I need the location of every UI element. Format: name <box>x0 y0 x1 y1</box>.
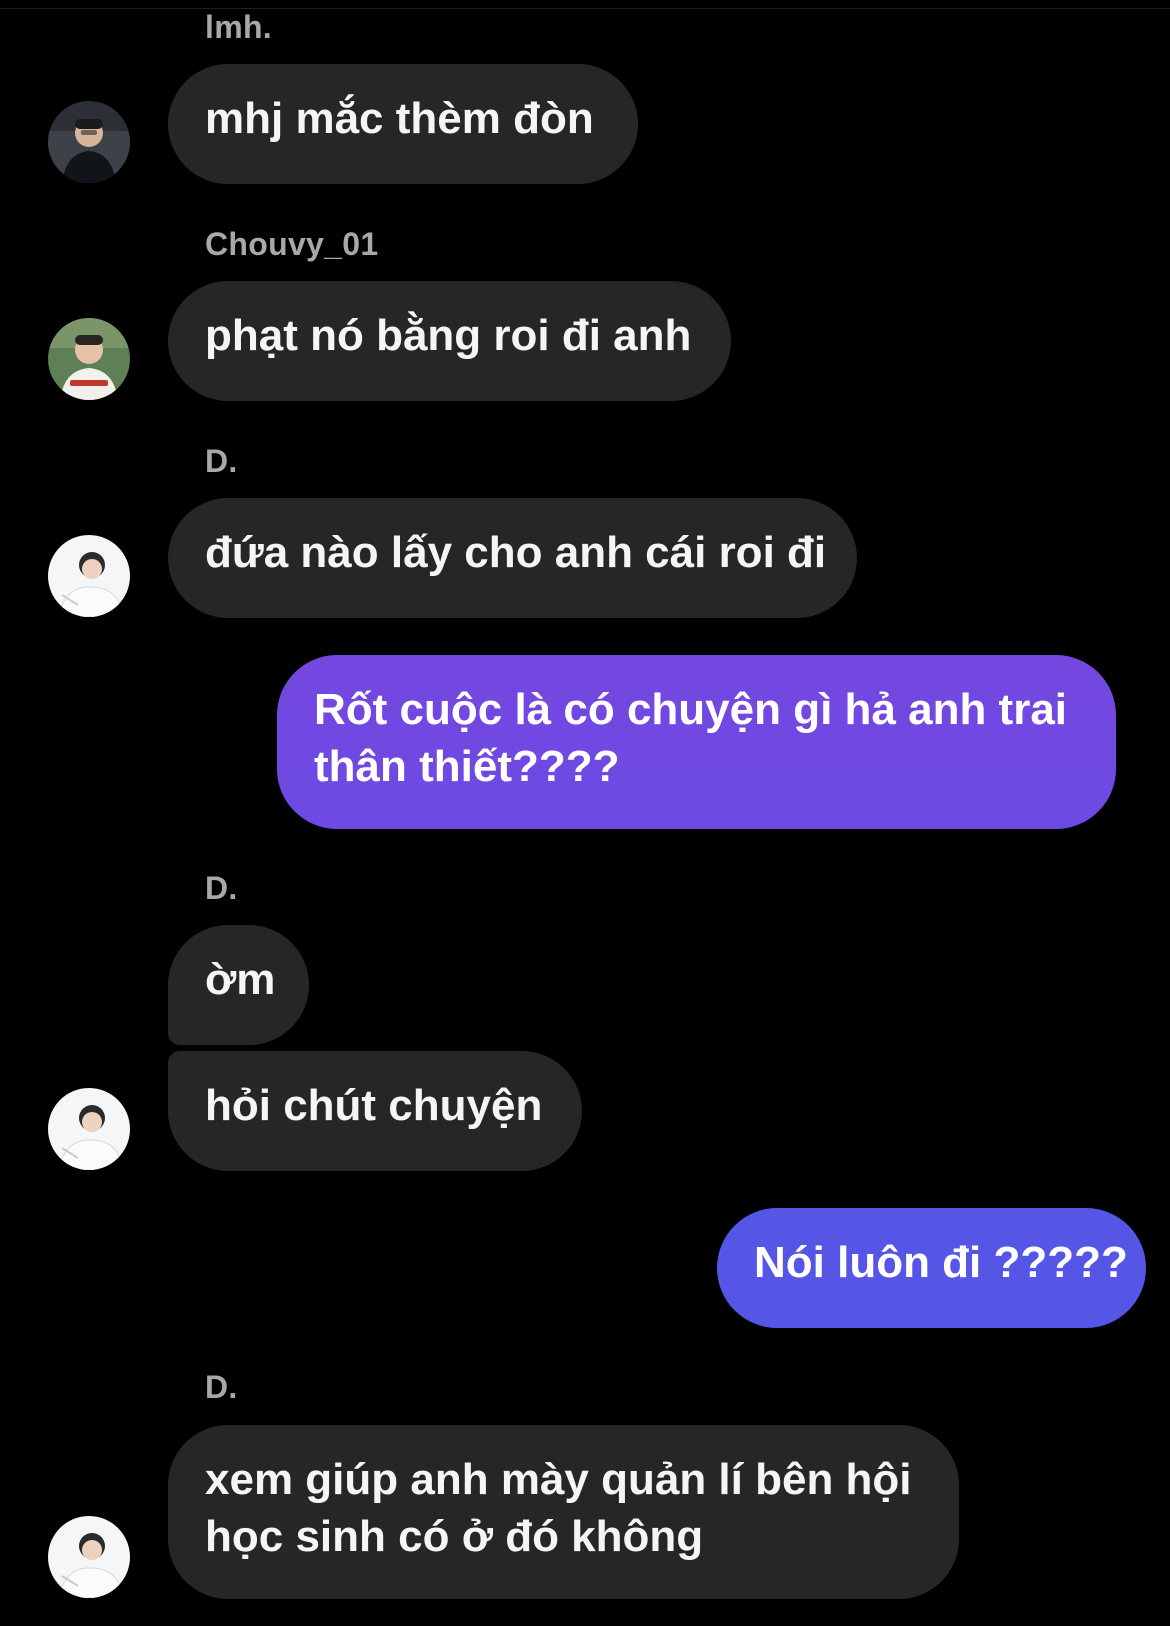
outgoing-message-bubble[interactable]: Nói luôn đi ????? <box>717 1208 1146 1328</box>
avatar[interactable] <box>48 1088 130 1170</box>
avatar[interactable] <box>48 535 130 617</box>
sender-name: D. <box>205 870 238 906</box>
message-bubble[interactable]: đứa nào lấy cho anh cái roi đi <box>168 498 857 618</box>
sender-name: D. <box>205 1369 238 1405</box>
message-line: thân thiết???? <box>314 742 620 791</box>
header-divider <box>0 8 1170 9</box>
outgoing-message-bubble[interactable]: Rốt cuộc là có chuyện gì hả anh trai thâ… <box>277 655 1116 829</box>
message-bubble[interactable]: ờm <box>168 925 309 1045</box>
avatar[interactable] <box>48 101 130 183</box>
message-bubble[interactable]: mhj mắc thèm đòn <box>168 64 638 184</box>
sender-name: Chouvy_01 <box>205 226 379 262</box>
message-bubble[interactable]: hỏi chút chuyện <box>168 1051 582 1171</box>
sender-name: lmh. <box>205 9 272 45</box>
message-bubble[interactable]: xem giúp anh mày quản lí bên hội học sin… <box>168 1425 959 1599</box>
message-line: xem giúp anh mày quản lí bên hội <box>205 1455 912 1504</box>
message-line: học sinh có ở đó không <box>205 1512 704 1561</box>
message-bubble[interactable]: phạt nó bằng roi đi anh <box>168 281 731 401</box>
avatar[interactable] <box>48 1516 130 1598</box>
avatar[interactable] <box>48 318 130 400</box>
message-line: Rốt cuộc là có chuyện gì hả anh trai <box>314 685 1068 734</box>
sender-name: D. <box>205 443 238 479</box>
